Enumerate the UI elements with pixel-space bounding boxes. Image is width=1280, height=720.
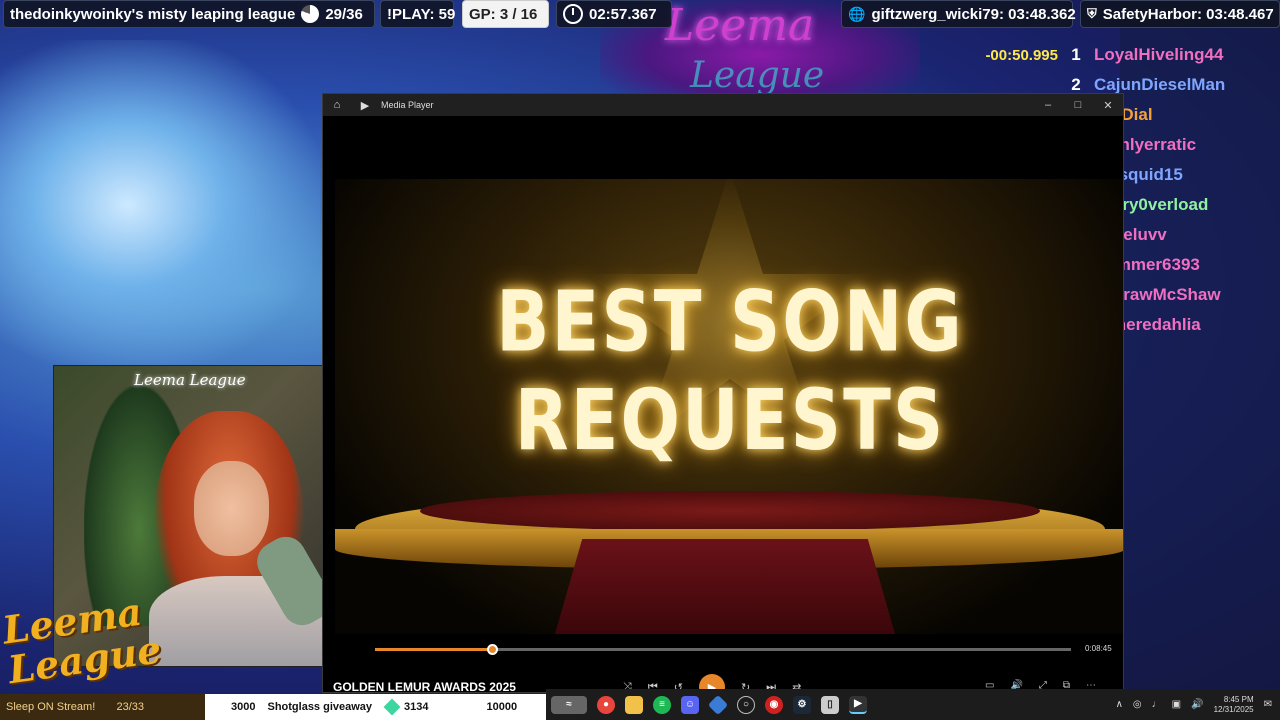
close-button[interactable]: ✕	[1093, 99, 1123, 112]
leaderboard-name: LoyalHiveling44	[1094, 45, 1224, 64]
leaderboard-name: CajunDieselMan	[1094, 75, 1226, 94]
ticker-light: 3000 Shotglass giveaway 3134 10000	[205, 694, 546, 720]
chevron-up-icon[interactable]: ∧	[1116, 699, 1123, 710]
timer-value: 02:57.367	[589, 5, 657, 23]
taskbar-date: 12/31/2025	[1213, 704, 1254, 714]
background-cloud	[0, 40, 320, 370]
gp-count: GP: 3 / 16	[469, 5, 538, 23]
discord-icon[interactable]: ☺	[681, 695, 699, 714]
leema-league-logo: Leema League	[0, 588, 165, 693]
ticker-item-1: Sleep ON Stream!	[6, 701, 96, 713]
leaderboard-row: -00:50.995 1 LoyalHiveling44	[972, 40, 1280, 70]
pb-entry-2: SafetyHarbor: 03:48.467	[1102, 5, 1274, 23]
gp-box: GP: 3 / 16	[462, 0, 549, 28]
taskbar: ≈ ● ≡ ☺ ○ ◉ ⚙ ▯ ▶ ∧ ◎ ♩ ▣ 🔊 8:45 PM 12/3…	[546, 689, 1280, 720]
streamer-face	[194, 461, 269, 556]
duration: 0:08:45	[1085, 644, 1112, 653]
league-title: thedoinkywoinky's misty leaping league	[10, 5, 296, 23]
media-player-window[interactable]: ⌂ ▶ Media Player – □ ✕ BEST SONG REQUEST…	[322, 93, 1124, 693]
minimize-button[interactable]: –	[1033, 99, 1063, 112]
video-title-text: BEST SONG REQUESTS	[496, 272, 964, 470]
stage-top	[420, 491, 1040, 531]
system-tray: ∧ ◎ ♩ ▣ 🔊 8:45 PM 12/31/2025 ✉	[1116, 695, 1280, 715]
record-icon[interactable]: ◉	[765, 695, 783, 714]
terminal-icon[interactable]: ≈	[551, 695, 587, 714]
maximize-button[interactable]: □	[1063, 99, 1093, 112]
seek-bar[interactable]	[375, 644, 1071, 655]
seek-thumb[interactable]	[486, 644, 498, 655]
network-icon[interactable]: ▣	[1172, 699, 1181, 710]
play-count: !PLAY: 59	[387, 5, 456, 23]
microphone-tray-icon[interactable]: ♩	[1152, 699, 1162, 710]
leaderboard-rank: 1	[1071, 45, 1081, 64]
media-player-app-icon: ▶	[360, 99, 370, 112]
tablet-icon[interactable]: ▯	[821, 695, 839, 714]
neon-sign: Leema League	[134, 371, 246, 389]
clock-icon	[563, 4, 583, 24]
gem-icon	[383, 698, 401, 716]
window-title: Media Player	[381, 100, 434, 110]
steam-icon[interactable]: ⚙	[793, 695, 811, 714]
video-frame[interactable]: BEST SONG REQUESTS	[335, 179, 1123, 634]
folder-icon[interactable]	[625, 695, 643, 714]
red-carpet	[555, 539, 895, 634]
ticker-item-6: 10000	[486, 701, 518, 713]
pb-box-2: ⛨ SafetyHarbor: 03:48.467	[1080, 0, 1280, 28]
leaderboard-rank: 2	[1071, 75, 1081, 94]
ticker-dark: Sleep ON Stream! 23/33	[0, 694, 205, 720]
media-player-icon[interactable]: ▶	[849, 695, 867, 714]
bottom-ticker: Sleep ON Stream! 23/33 3000 Shotglass gi…	[0, 694, 546, 720]
spotify-icon[interactable]: ≡	[653, 695, 671, 714]
background-logo: Leema	[665, 0, 815, 51]
volume-tray-icon[interactable]: 🔊	[1191, 699, 1203, 710]
leaderboard-split: -00:50.995	[985, 46, 1058, 64]
taskbar-clock[interactable]: 8:45 PM 12/31/2025	[1214, 695, 1254, 715]
title-bar[interactable]: ⌂ ▶ Media Player – □ ✕	[323, 94, 1123, 116]
globe-icon: 🌐	[848, 5, 866, 22]
notification-icon[interactable]: ✉	[1264, 699, 1272, 710]
league-progress: 29/36	[325, 5, 363, 23]
eye-off-icon[interactable]: ◎	[1133, 699, 1142, 710]
background-logo-sub: League	[690, 55, 825, 96]
now-playing-title: GOLDEN LEMUR AWARDS 2025	[333, 680, 516, 693]
shield-icon: ⛨	[1087, 6, 1097, 21]
play-count-box: !PLAY: 59	[380, 0, 456, 28]
progress-pie-icon	[301, 5, 320, 23]
league-title-box: thedoinkywoinky's misty leaping league 2…	[3, 0, 375, 28]
app-icon[interactable]	[707, 694, 729, 715]
github-icon[interactable]: ○	[737, 695, 755, 714]
ticker-item-5: 3134	[404, 701, 429, 713]
home-icon[interactable]: ⌂	[323, 99, 351, 111]
ticker-item-2: 23/33	[116, 701, 144, 713]
timer-box: 02:57.367	[556, 0, 672, 28]
pb-box-1: 🌐 giftzwerg_wicki79: 03:48.362	[841, 0, 1076, 28]
ticker-item-4: Shotglass giveaway	[267, 701, 373, 713]
pb-entry-1: giftzwerg_wicki79: 03:48.362	[871, 5, 1076, 23]
ticker-item-3: 3000	[231, 701, 256, 713]
taskbar-time: 8:45 PM	[1223, 694, 1254, 704]
seek-progress	[375, 648, 492, 651]
chrome-icon[interactable]: ●	[597, 695, 615, 714]
